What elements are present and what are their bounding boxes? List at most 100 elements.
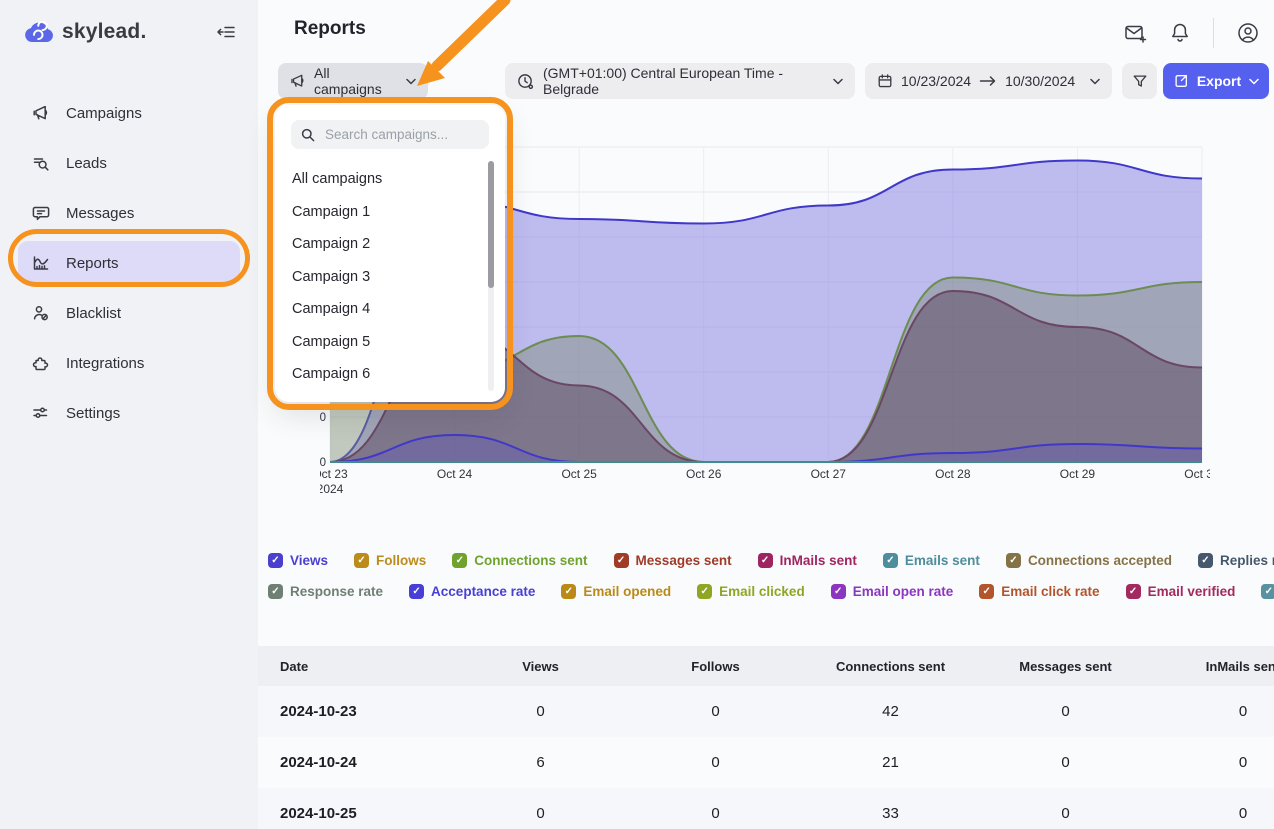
legend-item[interactable]: ✓Email verified	[1126, 584, 1236, 599]
legend-item[interactable]: ✓Email opened	[561, 584, 671, 599]
skylead-logo-icon	[24, 21, 54, 43]
legend-item[interactable]: ✓ Replies received	[1198, 553, 1274, 568]
dropdown-item-4[interactable]: Campaign 4	[292, 293, 505, 326]
chevron-down-icon	[1090, 78, 1100, 85]
legend-checkbox-checked[interactable]: ✓	[268, 553, 283, 568]
dropdown-item-0[interactable]: All campaigns	[292, 163, 505, 196]
legend-checkbox-checked[interactable]: ✓	[409, 584, 424, 599]
timezone-select[interactable]: (GMT+01:00) Central European Time - Belg…	[505, 63, 855, 99]
legend-checkbox-checked[interactable]: ✓	[614, 553, 629, 568]
chevron-down-icon	[1249, 78, 1259, 85]
chart-legend-row-1: ✓Views✓Follows✓Connections sent✓Messages…	[268, 553, 1268, 568]
calendar-icon	[877, 73, 893, 89]
legend-label: Replies received	[1220, 553, 1274, 568]
legend-checkbox-checked[interactable]: ✓	[758, 553, 773, 568]
sidebar-item-blacklist[interactable]: Blacklist	[18, 291, 240, 335]
chevron-down-icon	[833, 78, 843, 85]
legend-checkbox-checked[interactable]: ✓	[831, 584, 846, 599]
svg-text:10: 10	[320, 412, 326, 424]
page-title: Reports	[294, 18, 366, 40]
legend-item[interactable]: ✓Connections sent	[452, 553, 587, 568]
dropdown-item-2[interactable]: Campaign 2	[292, 228, 505, 261]
legend-item[interactable]: ✓Bounce rate	[1261, 584, 1274, 599]
megaphone-icon	[290, 73, 306, 89]
logo-wordmark: skylead.	[62, 20, 147, 44]
puzzle-icon	[32, 354, 50, 372]
toolbar: All campaigns (GMT+01:00) Central Europe…	[258, 63, 1274, 99]
export-icon	[1173, 73, 1189, 89]
legend-checkbox-checked[interactable]: ✓	[979, 584, 994, 599]
account-icon[interactable]	[1236, 21, 1260, 45]
sidebar-item-label: Settings	[66, 405, 120, 422]
chevron-down-icon	[406, 78, 416, 85]
table-cell-date: 2024-10-24	[258, 737, 458, 788]
dropdown-item-5[interactable]: Campaign 5	[292, 326, 505, 359]
table-header-cell: Connections sent	[808, 646, 973, 686]
sidebar-item-leads[interactable]: Leads	[18, 141, 240, 185]
dropdown-item-3[interactable]: Campaign 3	[292, 261, 505, 294]
svg-text:Oct 29: Oct 29	[1060, 467, 1096, 481]
dropdown-scrollbar-thumb[interactable]	[488, 161, 494, 288]
dropdown-item-1[interactable]: Campaign 1	[292, 196, 505, 229]
list-search-icon	[32, 154, 50, 172]
table-cell-value: 42	[808, 686, 973, 737]
legend-label: Messages sent	[636, 553, 732, 568]
legend-item[interactable]: ✓Connections accepted	[1006, 553, 1172, 568]
export-button[interactable]: Export	[1163, 63, 1269, 99]
megaphone-icon	[32, 104, 50, 122]
legend-item[interactable]: ✓Response rate	[268, 584, 383, 599]
sidebar-item-settings[interactable]: Settings	[18, 391, 240, 435]
legend-checkbox-checked[interactable]: ✓	[268, 584, 283, 599]
campaigns-dropdown-button[interactable]: All campaigns	[278, 63, 428, 99]
campaign-list: All campaignsCampaign 1Campaign 2Campaig…	[275, 159, 505, 391]
dropdown-item-6[interactable]: Campaign 6	[292, 358, 505, 391]
campaign-search-input[interactable]	[323, 126, 473, 143]
sidebar-collapse-icon[interactable]	[216, 23, 236, 41]
sidebar-item-messages[interactable]: Messages	[18, 191, 240, 235]
campaign-search-box[interactable]	[291, 120, 489, 149]
sidebar-item-label: Blacklist	[66, 305, 121, 322]
legend-checkbox-checked[interactable]: ✓	[561, 584, 576, 599]
clock-icon	[517, 73, 534, 90]
legend-label: Follows	[376, 553, 426, 568]
legend-item[interactable]: ✓ Email open rate	[831, 584, 954, 599]
svg-text:2024: 2024	[320, 482, 344, 496]
sliders-icon	[32, 404, 50, 422]
report-chart-icon	[32, 254, 50, 272]
legend-item[interactable]: ✓Emails sent	[883, 553, 980, 568]
legend-item[interactable]: ✓Acceptance rate	[409, 584, 535, 599]
funnel-icon	[1132, 73, 1148, 89]
legend-checkbox-checked[interactable]: ✓	[452, 553, 467, 568]
legend-item[interactable]: ✓ InMails sent	[758, 553, 857, 568]
sidebar-item-integrations[interactable]: Integrations	[18, 341, 240, 385]
legend-checkbox-checked[interactable]: ✓	[354, 553, 369, 568]
legend-label: Views	[290, 553, 328, 568]
legend-item[interactable]: ✓ Email click rate	[979, 584, 1099, 599]
legend-checkbox-checked[interactable]: ✓	[1126, 584, 1141, 599]
date-range-picker[interactable]: 10/23/2024 10/30/2024	[865, 63, 1112, 99]
legend-label: Email click rate	[1001, 584, 1099, 599]
sidebar: skylead. Campaigns Leads	[0, 0, 258, 829]
filter-button[interactable]	[1122, 63, 1157, 99]
mail-plus-icon[interactable]	[1123, 21, 1147, 45]
search-icon	[301, 128, 315, 142]
table-cell-value: 6	[458, 737, 623, 788]
legend-checkbox-checked[interactable]: ✓	[1261, 584, 1274, 599]
legend-item[interactable]: ✓ Views	[268, 553, 328, 568]
legend-item[interactable]: ✓ Messages sent	[614, 553, 732, 568]
bell-icon[interactable]	[1169, 21, 1191, 45]
dropdown-scrollbar[interactable]	[488, 161, 494, 391]
legend-label: InMails sent	[780, 553, 857, 568]
legend-label: Email open rate	[853, 584, 954, 599]
legend-item[interactable]: ✓Email clicked	[697, 584, 805, 599]
legend-checkbox-checked[interactable]: ✓	[697, 584, 712, 599]
report-table-container: DateViewsFollowsConnections sentMessages…	[258, 646, 1274, 829]
svg-text:Oct 26: Oct 26	[686, 467, 722, 481]
legend-item[interactable]: ✓ Follows	[354, 553, 426, 568]
legend-checkbox-checked[interactable]: ✓	[1006, 553, 1021, 568]
legend-checkbox-checked[interactable]: ✓	[1198, 553, 1213, 568]
sidebar-item-campaigns[interactable]: Campaigns	[18, 91, 240, 135]
table-cell-value: 0	[973, 788, 1158, 829]
sidebar-item-reports[interactable]: Reports	[18, 241, 240, 285]
legend-checkbox-checked[interactable]: ✓	[883, 553, 898, 568]
